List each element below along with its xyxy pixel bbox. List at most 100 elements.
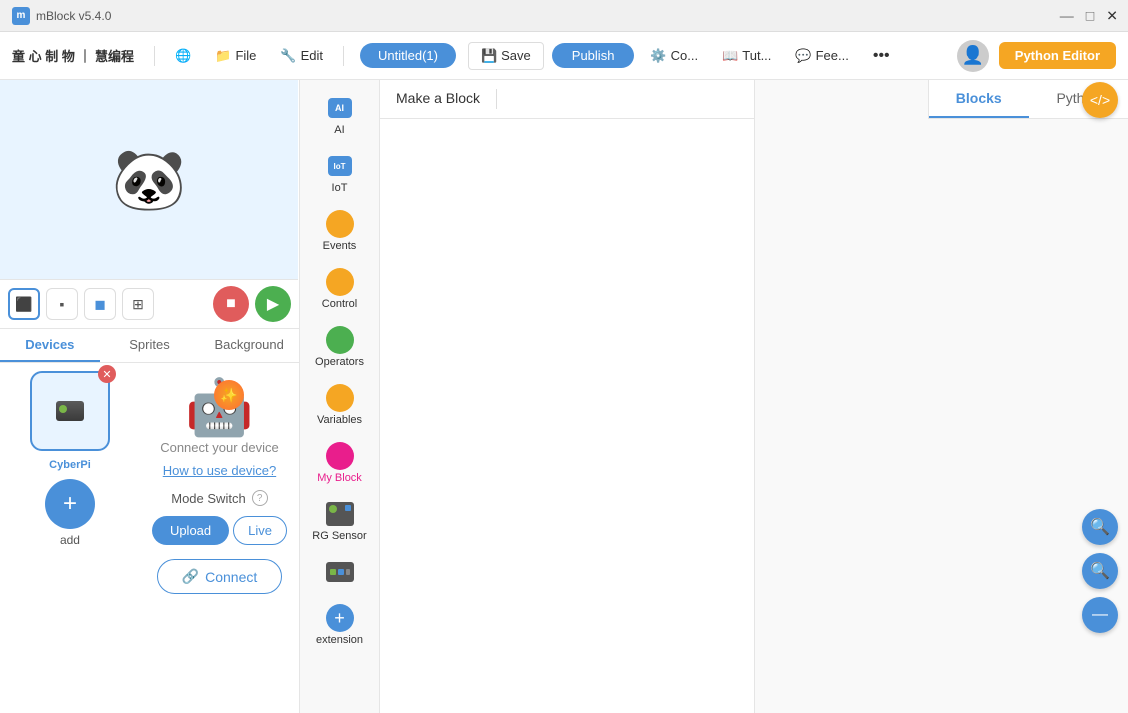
robot-sparkle-icon: ✨: [214, 380, 244, 410]
category-operators-label: Operators: [315, 356, 364, 368]
menu-divider-2: [343, 46, 344, 66]
blocks-palette-content: [380, 119, 754, 713]
tab-devices[interactable]: Devices: [0, 329, 100, 362]
connect-link-icon: 🔗: [182, 568, 199, 585]
stage-area: 🐼: [0, 80, 298, 280]
file-button[interactable]: 📁 File: [207, 44, 264, 68]
category-control-label: Control: [322, 298, 357, 310]
mode-buttons: Upload Live: [152, 516, 287, 545]
upload-mode-button[interactable]: Upload: [152, 516, 229, 545]
blocks-toggle-tab[interactable]: Blocks: [929, 80, 1029, 118]
stage-view-grid-button[interactable]: ⊞: [122, 288, 154, 320]
zoom-reset-button[interactable]: —: [1082, 597, 1118, 633]
device2-icon: [326, 558, 354, 586]
stop-button[interactable]: ■: [213, 286, 249, 322]
variables-dot: [326, 384, 354, 412]
tutorial-label: Tut...: [742, 48, 771, 63]
category-iot[interactable]: IoT IoT: [305, 146, 375, 200]
save-button[interactable]: 💾 Save: [468, 42, 544, 70]
tutorial-button[interactable]: 📖 Tut...: [714, 44, 779, 68]
save-icon: 💾: [481, 48, 497, 64]
add-device-button[interactable]: +: [45, 479, 95, 529]
tab-sprites[interactable]: Sprites: [100, 329, 200, 362]
run-button[interactable]: ▶: [255, 286, 291, 322]
category-variables[interactable]: Variables: [305, 378, 375, 432]
category-events-label: Events: [323, 240, 357, 252]
devices-section: ✕ CyberPi + add 🤖 ✨ Connect your device …: [0, 363, 299, 713]
stage-view-normal-button[interactable]: ⬛: [8, 288, 40, 320]
category-iot-label: IoT: [332, 182, 348, 194]
plus-icon: +: [63, 490, 77, 518]
menu-right: 👤 Python Editor: [957, 40, 1116, 72]
feedback-button[interactable]: 💬 Fee...: [787, 44, 856, 68]
connect-button[interactable]: ⚙️ Co...: [642, 44, 706, 68]
workspace-toolbar: 🔍 🔍 —: [1082, 509, 1118, 633]
zoom-in-button[interactable]: 🔍: [1082, 509, 1118, 545]
mode-switch-row: Mode Switch ?: [171, 490, 267, 506]
connect-label: Co...: [671, 48, 698, 63]
window-controls: — □ ✕: [1060, 7, 1118, 24]
blocks-tab-divider: [496, 89, 497, 109]
zoom-in-icon: 🔍: [1090, 517, 1110, 537]
stage-view-half-button[interactable]: ▪: [46, 288, 78, 320]
save-label: Save: [501, 48, 531, 63]
category-ai[interactable]: AI AI: [305, 88, 375, 142]
category-extension[interactable]: + extension: [305, 598, 375, 652]
publish-button[interactable]: Publish: [552, 43, 635, 68]
feedback-icon: 💬: [795, 48, 811, 64]
user-avatar[interactable]: 👤: [957, 40, 989, 72]
category-control[interactable]: Control: [305, 262, 375, 316]
devices-list: ✕ CyberPi + add: [0, 363, 140, 713]
tutorial-icon: 📖: [722, 48, 738, 64]
file-icon: 📁: [215, 48, 231, 64]
stage-panda-sprite: 🐼: [112, 144, 187, 215]
blocks-area: Make a Block: [380, 80, 755, 713]
category-myblock-label: My Block: [317, 472, 362, 484]
make-block-tab[interactable]: Make a Block: [380, 80, 496, 118]
left-panel: 🐼 ⬛ ▪ ◼ ⊞ ■ ▶ Devices Sprites: [0, 80, 300, 713]
mode-info-icon[interactable]: ?: [252, 490, 268, 506]
category-rgsensor[interactable]: RG Sensor: [305, 494, 375, 548]
close-icon[interactable]: ✕: [1106, 7, 1118, 24]
rgsensor-icon: [326, 500, 354, 528]
live-mode-button[interactable]: Live: [233, 516, 287, 545]
file-label: File: [235, 48, 256, 63]
run-icon: ▶: [267, 294, 279, 314]
python-editor-button[interactable]: Python Editor: [999, 42, 1116, 69]
edit-button[interactable]: 🔧 Edit: [272, 44, 331, 68]
category-ai-label: AI: [334, 124, 344, 136]
how-to-link[interactable]: How to use device?: [163, 463, 276, 478]
extension-add-icon: +: [326, 604, 354, 632]
globe-button[interactable]: 🌐: [167, 44, 199, 68]
connect-icon: ⚙️: [650, 48, 666, 64]
maximize-icon[interactable]: □: [1086, 7, 1094, 24]
connect-device-button[interactable]: 🔗 Connect: [157, 559, 283, 594]
category-myblock[interactable]: My Block: [305, 436, 375, 490]
device-card-wrapper: ✕: [30, 371, 110, 455]
add-label: add: [60, 533, 80, 547]
edit-icon: 🔧: [280, 48, 296, 64]
cyberpi-device-card[interactable]: [30, 371, 110, 451]
stage-view-full-button[interactable]: ◼: [84, 288, 116, 320]
blocks-tab-row: Make a Block: [380, 80, 754, 119]
app-icon: m: [12, 7, 30, 25]
connect-device-label: Connect: [205, 569, 257, 585]
code-toggle-button[interactable]: </>: [1082, 82, 1118, 118]
minimize-icon[interactable]: —: [1060, 7, 1074, 24]
tab-background[interactable]: Background: [199, 329, 299, 362]
project-name-button[interactable]: Untitled(1): [360, 43, 456, 68]
feedback-label: Fee...: [816, 48, 849, 63]
category-device2[interactable]: [305, 552, 375, 594]
zoom-out-button[interactable]: 🔍: [1082, 553, 1118, 589]
menu-bar: 童 心 制 物 ｜ 慧编程 🌐 📁 File 🔧 Edit Untitled(1…: [0, 32, 1128, 80]
app-title: mBlock v5.4.0: [36, 9, 111, 23]
device-panel-right: 🤖 ✨ Connect your device How to use devic…: [140, 363, 299, 713]
robot-image: 🤖 ✨: [185, 375, 253, 440]
category-operators[interactable]: Operators: [305, 320, 375, 374]
connect-device-text: Connect your device: [160, 440, 279, 455]
more-button[interactable]: •••: [865, 43, 898, 69]
category-sidebar: AI AI IoT IoT Events Control: [300, 80, 380, 713]
category-events[interactable]: Events: [305, 204, 375, 258]
control-dot: [326, 268, 354, 296]
device-close-button[interactable]: ✕: [98, 365, 116, 383]
